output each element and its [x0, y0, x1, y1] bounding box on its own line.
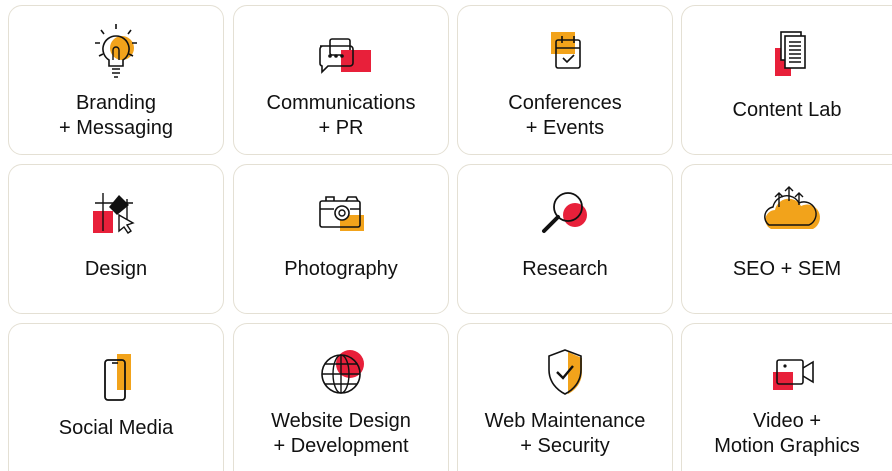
lightbulb-icon	[81, 18, 151, 88]
service-label-line2: + Messaging	[59, 117, 173, 139]
service-card-video[interactable]: Video + Motion Graphics	[681, 323, 892, 471]
service-card-research[interactable]: Research	[457, 164, 673, 314]
service-card-seo-sem[interactable]: SEO + SEM	[681, 164, 892, 314]
chat-bubbles-icon	[306, 18, 376, 88]
service-label-line1: Communications	[266, 92, 416, 114]
design-cursor-icon	[81, 177, 151, 247]
service-card-communications[interactable]: Communications + PR	[233, 5, 449, 155]
service-label-line2: + Security	[520, 435, 610, 457]
service-label-line1: Video +	[752, 410, 822, 432]
service-card-photography[interactable]: Photography	[233, 164, 449, 314]
documents-icon	[755, 18, 825, 88]
smartphone-icon	[81, 336, 151, 406]
magnifier-icon	[530, 177, 600, 247]
shield-check-icon	[530, 336, 600, 406]
cloud-growth-icon	[755, 177, 825, 247]
service-label-line1: Research	[522, 258, 608, 280]
service-label-line1: Design	[84, 258, 148, 280]
services-grid: Branding + Messaging Communications + PR	[0, 0, 892, 471]
service-card-content-lab[interactable]: Content Lab	[681, 5, 892, 155]
service-label-line1: Content Lab	[732, 99, 842, 121]
service-label-line1: Website Design	[271, 410, 411, 432]
service-label-line1: Web Maintenance	[484, 410, 646, 432]
globe-icon	[306, 336, 376, 406]
video-camera-icon	[755, 336, 825, 406]
service-card-branding[interactable]: Branding + Messaging	[8, 5, 224, 155]
service-card-design[interactable]: Design	[8, 164, 224, 314]
service-label-line1: Conferences	[508, 92, 622, 114]
service-card-social-media[interactable]: Social Media	[8, 323, 224, 471]
service-label-line2: + PR	[318, 117, 364, 139]
camera-icon	[306, 177, 376, 247]
calendar-icon	[530, 18, 600, 88]
service-card-conferences[interactable]: Conferences + Events	[457, 5, 673, 155]
service-label-line1: Branding	[75, 92, 157, 114]
service-label-line1: Photography	[284, 258, 398, 280]
service-label-line2: Motion Graphics	[714, 435, 860, 457]
service-label-line2: + Events	[525, 117, 605, 139]
service-label-line1: SEO + SEM	[732, 258, 842, 280]
service-label-line2: + Development	[273, 435, 409, 457]
service-card-website-design[interactable]: Website Design + Development	[233, 323, 449, 471]
service-label-line1: Social Media	[58, 417, 174, 439]
service-card-web-maintenance[interactable]: Web Maintenance + Security	[457, 323, 673, 471]
